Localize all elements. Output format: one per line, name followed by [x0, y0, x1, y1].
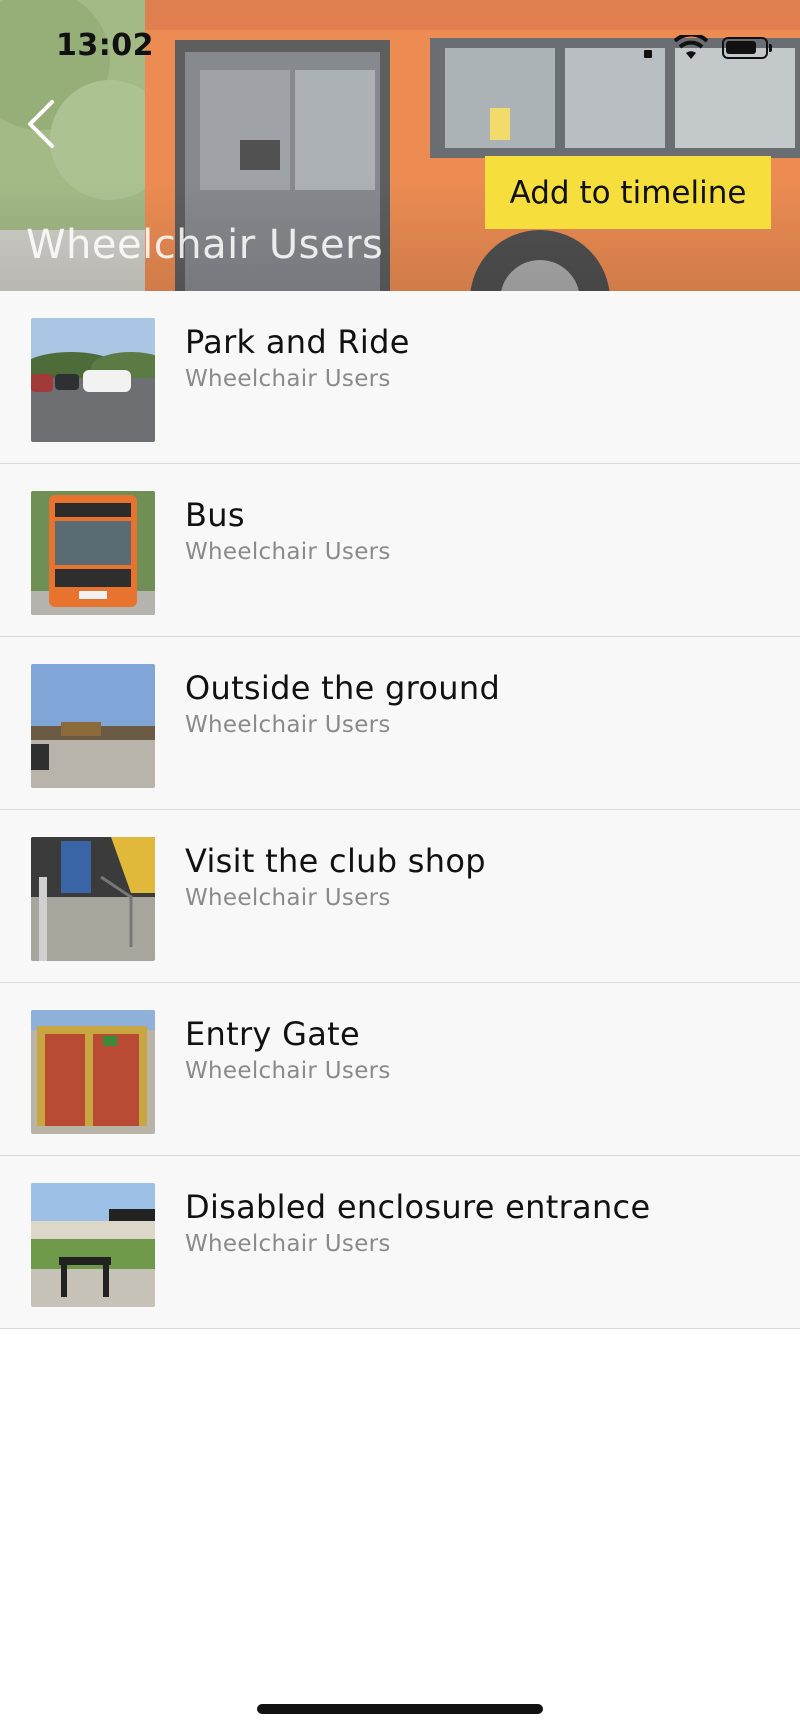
header-banner: 13:02 Add to timeline Wheelchair Users: [0, 0, 800, 291]
battery-icon: [722, 37, 772, 59]
list-item-title: Disabled enclosure entrance: [185, 1188, 651, 1226]
ground-exterior-photo: [31, 664, 155, 788]
list-item-subtitle: Wheelchair Users: [185, 1058, 391, 1084]
list-item-title: Outside the ground: [185, 669, 501, 707]
list-item-subtitle: Wheelchair Users: [185, 539, 391, 565]
list-item-subtitle: Wheelchair Users: [185, 366, 391, 392]
list-item[interactable]: Outside the ground Wheelchair Users: [0, 637, 800, 810]
enclosure-photo: [31, 1183, 155, 1307]
back-button[interactable]: [18, 96, 66, 152]
add-to-timeline-button[interactable]: Add to timeline: [485, 156, 771, 229]
list-item-title: Entry Gate: [185, 1015, 360, 1053]
page-title: Wheelchair Users: [26, 222, 384, 268]
list-item-subtitle: Wheelchair Users: [185, 1231, 391, 1257]
list-item-subtitle: Wheelchair Users: [185, 712, 391, 738]
list-item[interactable]: Visit the club shop Wheelchair Users: [0, 810, 800, 983]
list-item[interactable]: Bus Wheelchair Users: [0, 464, 800, 637]
bus-photo: [31, 491, 155, 615]
wifi-icon: [674, 35, 708, 59]
list-item-subtitle: Wheelchair Users: [185, 885, 391, 911]
status-time: 13:02: [56, 28, 154, 63]
list-item-title: Park and Ride: [185, 323, 410, 361]
list-item[interactable]: Entry Gate Wheelchair Users: [0, 983, 800, 1156]
content-list: Park and Ride Wheelchair Users Bus Wheel…: [0, 291, 800, 1329]
signal-icon: [636, 36, 660, 60]
home-indicator[interactable]: [257, 1704, 543, 1714]
chevron-left-icon: [28, 100, 54, 148]
list-item[interactable]: Disabled enclosure entrance Wheelchair U…: [0, 1156, 800, 1329]
list-item-title: Bus: [185, 496, 245, 534]
car-park-photo: [31, 318, 155, 442]
club-shop-photo: [31, 837, 155, 961]
status-icons: [636, 30, 772, 66]
entry-gate-photo: [31, 1010, 155, 1134]
list-item-title: Visit the club shop: [185, 842, 486, 880]
list-item[interactable]: Park and Ride Wheelchair Users: [0, 291, 800, 464]
